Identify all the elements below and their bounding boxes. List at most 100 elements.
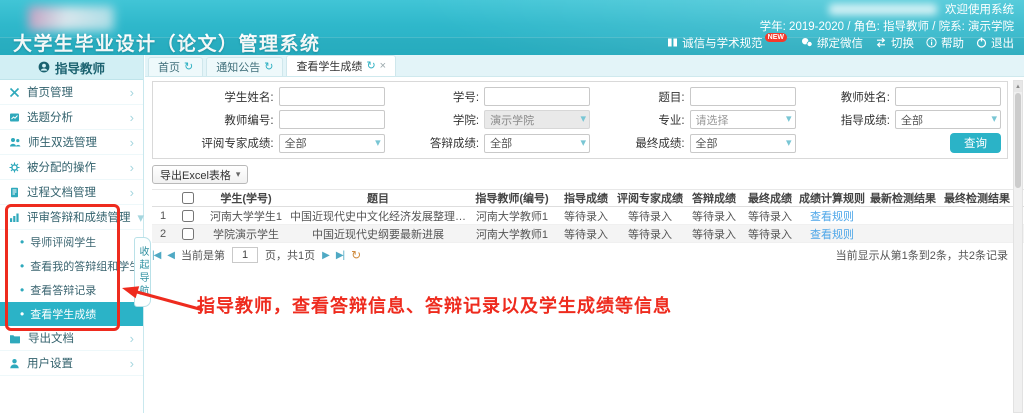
row-checkbox[interactable] (182, 210, 194, 222)
field-defense-score: 答辩成绩: 全部 ▾ (389, 133, 590, 153)
power-icon (976, 37, 987, 48)
field-major: 专业: 请选择 ▾ (594, 110, 795, 129)
field-search: 查询 (800, 133, 1001, 153)
refresh-icon[interactable]: ↻ (264, 62, 273, 73)
page-number-input[interactable] (232, 247, 258, 263)
cell-teacher: 河南大学教师1 (466, 225, 558, 243)
sidebar-item-user-settings[interactable]: 用户设置 › (0, 351, 143, 376)
sidebar-item-dual-select[interactable]: 师生双选管理 › (0, 130, 143, 155)
sidebar-subitem-student-scores[interactable]: • 查看学生成绩 (0, 302, 143, 326)
collapse-nav-tab[interactable]: 收起导航 (134, 237, 151, 307)
blurred-logo (28, 6, 114, 31)
app-header: 大学生毕业设计（论文）管理系统 欢迎使用系统 学年: 2019-2020 / 角… (0, 0, 1024, 55)
logout-link[interactable]: 退出 (976, 35, 1014, 51)
tab-student-scores[interactable]: 查看学生成绩 ↻ × (286, 55, 396, 76)
advisor-score-select[interactable]: 全部 ▾ (895, 110, 1001, 129)
teacher-name-input[interactable] (895, 87, 1001, 106)
welcome-line: 欢迎使用系统 (829, 2, 1014, 16)
reviewer-score-select[interactable]: 全部 ▾ (279, 134, 385, 153)
chevron-right-icon: › (130, 136, 134, 149)
sidebar-item-review-defense-scores[interactable]: 评审答辩和成绩管理 ▾ (0, 205, 143, 230)
refresh-icon[interactable]: ↻ (184, 62, 193, 73)
tab-home[interactable]: 首页 ↻ (148, 57, 203, 76)
college-select: 演示学院 ▾ (484, 110, 590, 129)
col-select-all (174, 190, 202, 207)
pagination: |◀ ◀ 当前是第 页，共1页 ▶ ▶| ↻ 当前显示从第1条到2条，共2条记录 (152, 247, 1008, 263)
col-defense-score: 答辩成绩 (686, 190, 742, 207)
cell-advisor-score: 等待录入 (558, 207, 614, 225)
sidebar-subitem-my-defense-group[interactable]: • 查看我的答辩组和学生 (0, 254, 143, 278)
cell-advisor-score: 等待录入 (558, 225, 614, 243)
table-row: 1 河南大学学生1 中国近现代史中文化经济发展整理及研究 河南大学教师1 等待录… (152, 207, 1024, 225)
cell-final-score: 等待录入 (742, 225, 798, 243)
student-no-input[interactable] (484, 87, 590, 106)
field-student-no: 学号: (389, 87, 590, 106)
view-rule-link[interactable]: 查看规则 (810, 229, 854, 241)
bullet-icon: • (20, 259, 24, 273)
caret-down-icon: ▾ (786, 114, 792, 125)
col-reviewer-score: 评阅专家成绩 (614, 190, 686, 207)
close-icon[interactable]: × (380, 61, 386, 72)
refresh-icon[interactable]: ↻ (351, 248, 361, 262)
col-student: 学生(学号) (202, 190, 290, 207)
defense-score-select[interactable]: 全部 ▾ (484, 134, 590, 153)
gear-icon (9, 162, 20, 173)
select-all-checkbox[interactable] (182, 192, 194, 204)
new-badge: NEW (765, 33, 787, 42)
title-input[interactable] (690, 87, 796, 106)
book-icon (667, 37, 678, 48)
bullet-icon: • (20, 235, 24, 249)
chart-icon (9, 212, 20, 223)
prev-page-button[interactable]: ◀ (167, 250, 174, 261)
chevron-right-icon: › (130, 161, 134, 174)
caret-down-icon: ▾ (581, 114, 587, 125)
bind-wechat-link[interactable]: 绑定微信 (801, 35, 863, 51)
main-content: 首页 ↻ 通知公告 ↻ 查看学生成绩 ↻ × 学生姓名: 学号: (145, 55, 1024, 413)
folder-icon (9, 333, 21, 344)
field-student-name: 学生姓名: (159, 87, 385, 106)
row-checkbox[interactable] (182, 228, 194, 240)
field-advisor-score: 指导成绩: 全部 ▾ (800, 110, 1001, 129)
scrollbar-thumb[interactable] (1015, 93, 1021, 188)
view-rule-link[interactable]: 查看规则 (810, 211, 854, 223)
record-summary: 当前显示从第1条到2条，共2条记录 (836, 247, 1008, 263)
cell-defense-score: 等待录入 (686, 225, 742, 243)
sidebar-item-home-manage[interactable]: 首页管理 › (0, 80, 143, 105)
integrity-rules-link[interactable]: 诚信与学术规范 NEW (667, 35, 789, 51)
teacher-no-input[interactable] (279, 110, 385, 129)
export-excel-button[interactable]: 导出Excel表格 ▾ (152, 165, 248, 184)
final-score-select[interactable]: 全部 ▾ (690, 134, 796, 153)
cell-student: 河南大学学生1 (202, 207, 290, 225)
scissors-icon (9, 87, 20, 98)
vertical-scrollbar[interactable]: ▲ (1013, 80, 1023, 413)
refresh-icon[interactable]: ↻ (366, 61, 375, 72)
sidebar-item-topic-analysis[interactable]: 选题分析 › (0, 105, 143, 130)
last-page-button[interactable]: ▶| (336, 250, 344, 261)
help-link[interactable]: 帮助 (926, 35, 964, 51)
col-teacher: 指导教师(编号) (466, 190, 558, 207)
filter-panel: 学生姓名: 学号: 题目: 教师姓名: 教师编号: 学院: (152, 81, 1008, 159)
caret-down-icon: ▾ (786, 138, 792, 149)
sidebar-subitem-defense-records[interactable]: • 查看答辩记录 (0, 278, 143, 302)
major-select[interactable]: 请选择 ▾ (690, 110, 796, 129)
scroll-up-icon[interactable]: ▲ (1014, 81, 1022, 92)
switch-role-link[interactable]: 切换 (875, 35, 914, 51)
sidebar: 指导教师 首页管理 › 选题分析 › 师生双选管理 › 被分配的操作 › 过程文… (0, 55, 144, 413)
first-page-button[interactable]: |◀ (152, 250, 160, 261)
search-button[interactable]: 查询 (950, 133, 1001, 153)
sidebar-item-export-docs[interactable]: 导出文档 › (0, 326, 143, 351)
sidebar-item-process-docs[interactable]: 过程文档管理 › (0, 180, 143, 205)
student-name-input[interactable] (279, 87, 385, 106)
cell-latest-check (866, 225, 940, 243)
chevron-right-icon: › (130, 186, 134, 199)
user-icon (38, 61, 50, 73)
sidebar-item-assigned-ops[interactable]: 被分配的操作 › (0, 155, 143, 180)
next-page-button[interactable]: ▶ (322, 250, 329, 261)
chevron-right-icon: › (130, 111, 134, 124)
tab-notices[interactable]: 通知公告 ↻ (206, 57, 283, 76)
person-icon (9, 358, 20, 369)
cell-teacher: 河南大学教师1 (466, 207, 558, 225)
sidebar-subitem-review-students[interactable]: • 导师评阅学生 (0, 230, 143, 254)
cell-final-check (940, 225, 1014, 243)
caret-down-icon: ▾ (581, 138, 587, 149)
